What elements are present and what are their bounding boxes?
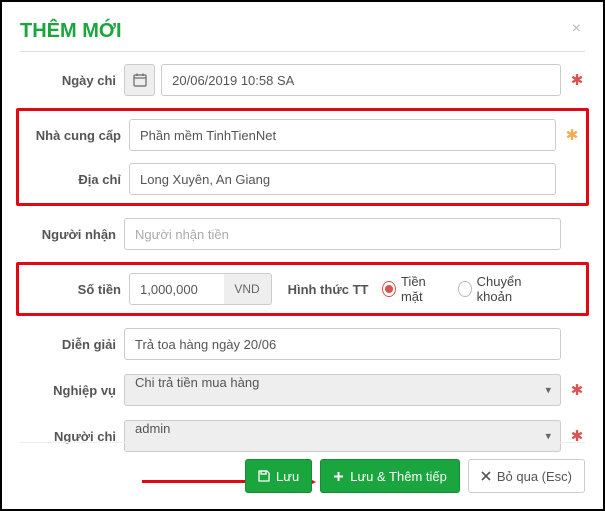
row-amount: Số tiền VND Hình thức TT Tiền mặt Chuyển… [25,273,580,305]
amount-input[interactable] [129,273,224,305]
label-address: Địa chỉ [25,172,121,187]
divider [20,51,585,52]
required-icon: ✱ [569,71,585,89]
receiver-input[interactable] [124,218,561,250]
label-date: Ngày chi [20,73,116,88]
label-receiver: Người nhận [20,227,116,242]
highlight-amount-block: Số tiền VND Hình thức TT Tiền mặt Chuyển… [16,262,589,316]
operation-select[interactable]: Chi trả tiền mua hàng [124,374,561,406]
close-icon[interactable]: × [572,20,581,38]
label-description: Diễn giải [20,337,116,352]
radio-transfer-label: Chuyển khoản [477,274,546,304]
label-operation: Nghiệp vụ [20,383,116,398]
row-address: Địa chỉ [25,163,580,195]
address-input[interactable] [129,163,556,195]
currency-addon: VND [224,273,272,305]
date-input[interactable] [161,64,561,96]
label-supplier: Nhà cung cấp [25,128,121,143]
calendar-button[interactable] [124,64,155,96]
supplier-input[interactable] [129,119,556,151]
row-description: Diễn giải [20,328,585,360]
row-supplier: Nhà cung cấp ✱ [25,119,580,151]
modal-title: THÊM MỚI [20,20,585,43]
save-next-button[interactable]: Lưu & Thêm tiếp [320,459,460,493]
row-receiver: Người nhận [20,218,585,250]
row-operation: Nghiệp vụ Chi trả tiền mua hàng ✱ [20,374,585,406]
skip-button-label: Bỏ qua (Esc) [497,469,572,484]
calendar-icon [133,73,147,87]
radio-cash[interactable]: Tiền mặt [382,274,442,304]
skip-button[interactable]: Bỏ qua (Esc) [468,459,585,493]
save-icon [258,470,270,482]
highlight-supplier-block: Nhà cung cấp ✱ Địa chỉ [16,108,589,206]
required-icon: ✱ [564,126,580,144]
radio-dot-icon [458,281,472,297]
label-amount: Số tiền [25,282,121,297]
radio-cash-label: Tiền mặt [401,274,442,304]
save-button[interactable]: Lưu [245,459,312,493]
required-icon: ✱ [569,381,585,399]
footer: Lưu Lưu & Thêm tiếp Bỏ qua (Esc) [20,442,585,493]
description-input[interactable] [124,328,561,360]
radio-transfer[interactable]: Chuyển khoản [458,274,546,304]
plus-icon [333,471,344,482]
x-icon [481,471,491,481]
add-new-modal: × THÊM MỚI Ngày chi ✱ Nhà cung cấp ✱ Địa… [0,0,605,511]
save-next-button-label: Lưu & Thêm tiếp [350,469,447,484]
radio-dot-icon [382,281,396,297]
row-date: Ngày chi ✱ [20,64,585,96]
form: Ngày chi ✱ Nhà cung cấp ✱ Địa chỉ N [20,64,585,452]
save-button-label: Lưu [276,469,299,484]
label-paymethod: Hình thức TT [288,282,369,297]
